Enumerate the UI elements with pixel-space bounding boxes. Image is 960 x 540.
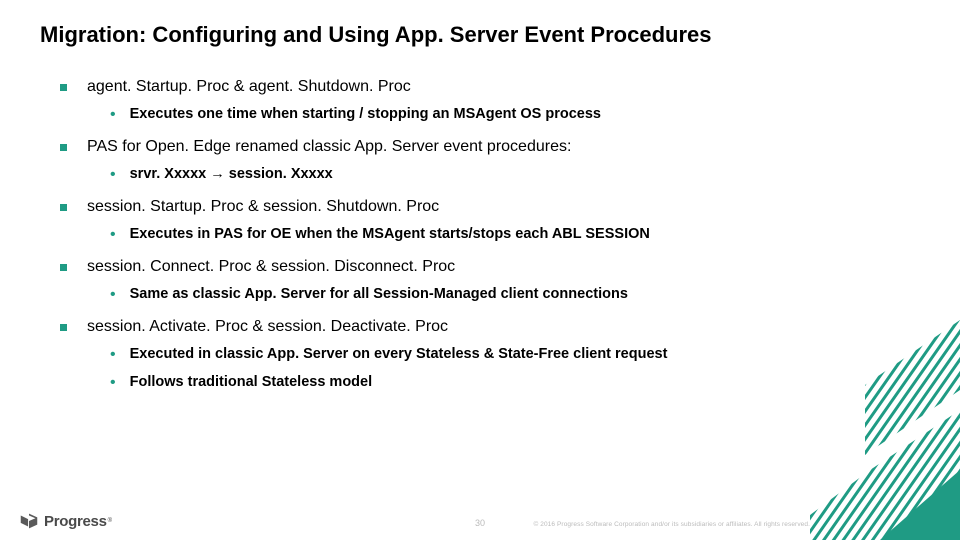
slide: Migration: Configuring and Using App. Se… [0, 0, 960, 540]
copyright-text: © 2016 Progress Software Corporation and… [533, 521, 810, 528]
page-number: 30 [475, 518, 485, 528]
bullet-text: session. Activate. Proc & session. Deact… [87, 318, 448, 336]
sub-list-item: • srvr. Xxxxx → session. Xxxxx [40, 166, 920, 184]
brand-logo: Progress® [18, 510, 112, 532]
sub-bullet-text: Executes in PAS for OE when the MSAgent … [130, 226, 650, 242]
slide-title: Migration: Configuring and Using App. Se… [40, 22, 920, 48]
sub-list: • Same as classic App. Server for all Ses… [40, 286, 920, 304]
list-item: session. Connect. Proc & session. Discon… [40, 258, 920, 304]
bullet-text: session. Connect. Proc & session. Discon… [87, 258, 455, 276]
sub-bullet-text: Same as classic App. Server for all Sess… [130, 286, 628, 302]
sub-list: • Executes in PAS for OE when the MSAgent… [40, 226, 920, 244]
sub-list-item: • Same as classic App. Server for all Ses… [40, 286, 920, 304]
square-bullet-icon [60, 84, 67, 91]
list-item: session. Activate. Proc & session. Deact… [40, 318, 920, 392]
square-bullet-icon [60, 204, 67, 211]
sub-list-item: • Executes one time when starting / stopp… [40, 106, 920, 124]
bullet-text: session. Startup. Proc & session. Shutdo… [87, 198, 439, 216]
sub-bullet-text: Executed in classic App. Server on every… [130, 346, 668, 362]
sub-list: • Executes one time when starting / stopp… [40, 106, 920, 124]
sub-list-item: • Executes in PAS for OE when the MSAgent… [40, 226, 920, 244]
square-bullet-icon [60, 324, 67, 331]
sub-bullet-text: Follows traditional Stateless model [130, 374, 373, 390]
dot-bullet-icon: • [110, 106, 116, 124]
sub-list-item: • Follows traditional Stateless model [40, 374, 920, 392]
sub-bullet-text: srvr. Xxxxx → session. Xxxxx [130, 166, 333, 182]
dot-bullet-icon: • [110, 166, 116, 184]
sub-list: • srvr. Xxxxx → session. Xxxxx [40, 166, 920, 184]
dot-bullet-icon: • [110, 374, 116, 392]
bullet-text: agent. Startup. Proc & agent. Shutdown. … [87, 78, 411, 96]
registered-mark: ® [108, 518, 112, 524]
square-bullet-icon [60, 144, 67, 151]
list-item: session. Startup. Proc & session. Shutdo… [40, 198, 920, 244]
dot-bullet-icon: • [110, 226, 116, 244]
brand-name: Progress [44, 513, 107, 530]
list-item: agent. Startup. Proc & agent. Shutdown. … [40, 78, 920, 124]
dot-bullet-icon: • [110, 346, 116, 364]
bullet-text: PAS for Open. Edge renamed classic App. … [87, 138, 571, 156]
dot-bullet-icon: • [110, 286, 116, 304]
list-item: PAS for Open. Edge renamed classic App. … [40, 138, 920, 184]
sub-bullet-text: Executes one time when starting / stoppi… [130, 106, 601, 122]
sub-list-item: • Executed in classic App. Server on ever… [40, 346, 920, 364]
sub-list: • Executed in classic App. Server on ever… [40, 346, 920, 392]
progress-chevron-icon [18, 510, 40, 532]
bullet-list: agent. Startup. Proc & agent. Shutdown. … [40, 78, 920, 392]
square-bullet-icon [60, 264, 67, 271]
